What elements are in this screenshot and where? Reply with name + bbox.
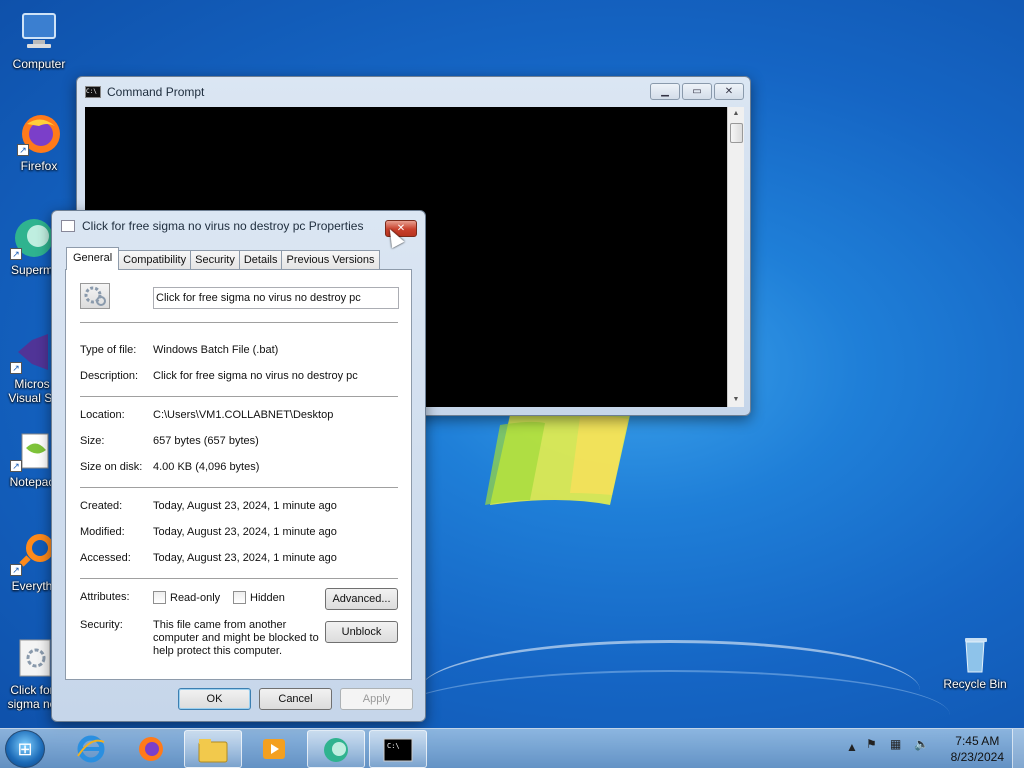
clock-time: 7:45 AM xyxy=(955,734,1000,748)
cancel-button[interactable]: Cancel xyxy=(259,688,332,710)
network-icon[interactable]: ▦ xyxy=(890,737,901,751)
security-label: Security: xyxy=(80,619,123,631)
unblock-button[interactable]: Unblock xyxy=(325,621,398,643)
scroll-down-icon[interactable]: ▼ xyxy=(728,393,744,407)
type-label: Type of file: xyxy=(80,344,137,356)
desktop-icon-computer[interactable]: Computer xyxy=(1,10,77,71)
tab-security[interactable]: Security xyxy=(190,250,240,270)
file-icon xyxy=(61,220,75,232)
batch-file-icon xyxy=(80,283,110,309)
show-desktop-button[interactable] xyxy=(1012,729,1024,768)
everything-icon: ↗ xyxy=(10,532,54,576)
location-label: Location: xyxy=(80,409,125,421)
recycle-bin-icon xyxy=(953,630,997,674)
cmd-scrollbar[interactable]: ▲ ▼ xyxy=(727,107,744,407)
size-on-disk-value: 4.00 KB (4,096 bytes) xyxy=(153,461,260,473)
apply-button[interactable]: Apply xyxy=(340,688,413,710)
tab-compatibility[interactable]: Compatibility xyxy=(118,250,192,270)
shortcut-arrow-icon: ↗ xyxy=(10,460,22,472)
accessed-value: Today, August 23, 2024, 1 minute ago xyxy=(153,552,337,564)
batch-file-icon xyxy=(10,636,54,680)
general-panel: Click for free sigma no virus no destroy… xyxy=(65,269,412,680)
advanced-button[interactable]: Advanced... xyxy=(325,588,398,610)
description-label: Description: xyxy=(80,370,139,382)
computer-icon xyxy=(17,10,61,54)
taskbar-explorer-icon[interactable] xyxy=(184,730,242,768)
separator xyxy=(80,322,398,323)
taskbar-ie-icon[interactable] xyxy=(62,730,120,768)
maximize-button[interactable]: ▭ xyxy=(682,83,712,100)
firefox-icon: ↗ xyxy=(17,112,61,156)
shortcut-arrow-icon: ↗ xyxy=(17,144,29,156)
cmd-titlebar[interactable]: C:\ Command Prompt ▁ ▭ ✕ xyxy=(77,77,750,105)
readonly-label[interactable]: Read-only xyxy=(170,592,220,604)
readonly-checkbox[interactable] xyxy=(153,591,166,604)
clock-date: 8/23/2024 xyxy=(950,750,1004,764)
cmd-icon: C:\ xyxy=(85,86,101,98)
location-value: C:\Users\VM1.COLLABNET\Desktop xyxy=(153,409,334,421)
ok-button[interactable]: OK xyxy=(178,688,251,710)
security-text-line: This file came from another xyxy=(153,619,287,631)
attributes-label: Attributes: xyxy=(80,591,130,603)
cmd-title: Command Prompt xyxy=(107,85,205,99)
separator xyxy=(80,396,398,397)
superm-icon: ↗ xyxy=(10,216,54,260)
props-title: Click for free sigma no virus no destroy… xyxy=(82,219,364,233)
close-button[interactable]: ✕ xyxy=(714,83,744,100)
separator xyxy=(80,578,398,579)
minimize-button[interactable]: ▁ xyxy=(650,83,680,100)
tab-details[interactable]: Details xyxy=(238,250,283,270)
type-value: Windows Batch File (.bat) xyxy=(153,344,279,356)
size-label: Size: xyxy=(80,435,105,447)
modified-label: Modified: xyxy=(80,526,125,538)
action-center-flag-icon[interactable]: ⚑ xyxy=(866,737,877,751)
security-text-line: help protect this computer. xyxy=(153,645,283,657)
size-on-disk-label: Size on disk: xyxy=(80,461,143,473)
taskbar-media-player-icon[interactable] xyxy=(245,730,303,768)
filename-input[interactable]: Click for free sigma no virus no destroy… xyxy=(153,287,399,309)
security-text-line: computer and might be blocked to xyxy=(153,632,319,644)
visual-studio-icon: ↗ xyxy=(10,330,54,374)
desktop-icon-firefox[interactable]: ↗ Firefox xyxy=(1,112,77,173)
shortcut-arrow-icon: ↗ xyxy=(10,362,22,374)
modified-value: Today, August 23, 2024, 1 minute ago xyxy=(153,526,337,538)
description-value: Click for free sigma no virus no destroy… xyxy=(153,370,358,382)
size-value: 657 bytes (657 bytes) xyxy=(153,435,259,447)
notepad-icon: ↗ xyxy=(10,428,54,472)
hidden-label[interactable]: Hidden xyxy=(250,592,285,604)
taskbar-cmd-icon[interactable]: C:\ xyxy=(369,730,427,768)
separator xyxy=(80,487,398,488)
shortcut-arrow-icon: ↗ xyxy=(10,564,22,576)
properties-dialog[interactable]: Click for free sigma no virus no destroy… xyxy=(51,210,426,722)
created-label: Created: xyxy=(80,500,123,512)
taskbar-superm-icon[interactable] xyxy=(307,730,365,768)
wallpaper-logo xyxy=(485,410,630,505)
svg-text:C:\: C:\ xyxy=(387,742,400,750)
created-value: Today, August 23, 2024, 1 minute ago xyxy=(153,500,337,512)
taskbar-firefox-icon[interactable] xyxy=(122,730,180,768)
hidden-checkbox[interactable] xyxy=(233,591,246,604)
scroll-up-icon[interactable]: ▲ xyxy=(728,107,744,121)
clock[interactable]: 7:45 AM 8/23/2024 xyxy=(951,733,1004,765)
tab-previous-versions[interactable]: Previous Versions xyxy=(281,250,380,270)
shortcut-arrow-icon: ↗ xyxy=(10,248,22,260)
desktop-icon-recycle-bin[interactable]: Recycle Bin xyxy=(937,630,1013,691)
accessed-label: Accessed: xyxy=(80,552,131,564)
wallpaper-arc xyxy=(420,640,920,740)
volume-muted-icon[interactable]: 🔈 xyxy=(914,737,929,751)
show-hidden-icons-icon[interactable]: ▲ xyxy=(846,740,858,754)
props-titlebar[interactable]: Click for free sigma no virus no destroy… xyxy=(52,211,425,239)
start-button[interactable]: ⊞ xyxy=(5,730,45,768)
scroll-thumb[interactable] xyxy=(729,123,743,143)
taskbar: ⊞ C:\ ▲ ⚑ ▦ 🔈 7:45 AM 8/23/2024 xyxy=(0,728,1024,768)
tab-general[interactable]: General xyxy=(66,247,120,270)
